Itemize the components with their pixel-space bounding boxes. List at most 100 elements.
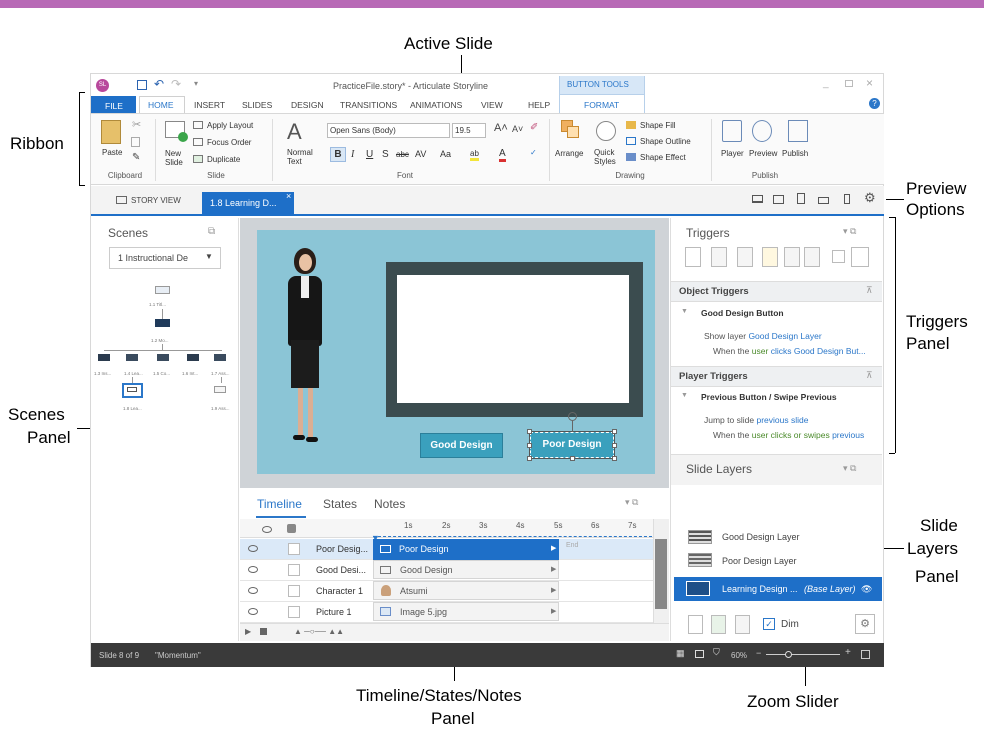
preview-button[interactable]: Preview bbox=[749, 149, 777, 158]
layer-thumbnail[interactable] bbox=[688, 553, 712, 567]
slide-layers-menu-icon[interactable]: ▾ ⧉ bbox=[843, 463, 856, 474]
resize-handle[interactable] bbox=[527, 443, 532, 448]
layer-good-design[interactable]: Good Design Layer bbox=[722, 532, 800, 542]
tab-design[interactable]: DESIGN bbox=[291, 100, 324, 110]
trigger-2-action[interactable]: Jump to slide previous slide bbox=[704, 415, 808, 425]
character-face[interactable] bbox=[299, 254, 312, 271]
apply-layout-button[interactable]: Apply Layout bbox=[207, 121, 253, 130]
slide-thumb[interactable] bbox=[98, 354, 110, 361]
expand-arrow-icon[interactable]: ▶ bbox=[551, 565, 556, 573]
copy-trigger-icon[interactable] bbox=[737, 247, 753, 267]
tab-timeline[interactable]: Timeline bbox=[257, 497, 302, 511]
player-icon[interactable] bbox=[722, 120, 742, 142]
bold-icon[interactable]: B bbox=[330, 147, 346, 162]
trigger-object-name[interactable]: Previous Button / Swipe Previous bbox=[701, 392, 837, 402]
eye-icon[interactable] bbox=[248, 608, 258, 615]
trigger-checkbox[interactable] bbox=[832, 250, 845, 263]
resize-handle[interactable] bbox=[527, 429, 532, 434]
trigger-link[interactable]: user bbox=[752, 346, 769, 356]
highlight-icon[interactable]: ab bbox=[470, 149, 479, 161]
format-painter-icon[interactable]: ✎ bbox=[132, 152, 140, 163]
paste-button-label[interactable]: Paste bbox=[102, 148, 122, 157]
stop-icon[interactable] bbox=[260, 628, 267, 635]
delete-layer-icon[interactable] bbox=[735, 615, 750, 634]
trigger-1-action[interactable]: Show layer Good Design Layer bbox=[704, 331, 822, 341]
maximize-icon[interactable] bbox=[845, 80, 853, 87]
preview-settings-gear-icon[interactable]: ⚙ bbox=[864, 190, 876, 206]
change-case-icon[interactable]: Aa bbox=[440, 149, 451, 159]
variables-icon[interactable] bbox=[851, 247, 869, 267]
timeline-bar[interactable]: Image 5.jpg bbox=[373, 602, 559, 621]
shape-outline-button[interactable]: Shape Outline bbox=[640, 137, 691, 146]
scenes-panel-popout-icon[interactable]: ⧉ bbox=[208, 226, 215, 237]
normal-view-icon[interactable] bbox=[695, 650, 704, 658]
publish-button[interactable]: Publish bbox=[782, 149, 808, 158]
clear-format-icon[interactable]: ✐ bbox=[530, 122, 538, 133]
preview-phone-landscape-icon[interactable] bbox=[818, 197, 829, 204]
tab-transitions[interactable]: TRANSITIONS bbox=[340, 100, 397, 110]
dim-checkbox[interactable]: ✓ bbox=[763, 618, 775, 630]
layer-poor-design[interactable]: Poor Design Layer bbox=[722, 556, 797, 566]
slide-thumb[interactable] bbox=[157, 354, 169, 361]
expand-arrow-icon[interactable]: ▶ bbox=[551, 544, 556, 552]
resize-handle[interactable] bbox=[527, 456, 532, 461]
new-slide-button[interactable]: New Slide bbox=[165, 149, 190, 167]
timeline-row[interactable]: Good Desi... Good Design ▶ bbox=[240, 560, 658, 581]
resize-handle[interactable] bbox=[612, 443, 617, 448]
timeline-row[interactable]: Picture 1 Image 5.jpg ▶ bbox=[240, 602, 658, 623]
slide-thumb[interactable] bbox=[155, 319, 170, 327]
resize-handle[interactable] bbox=[570, 456, 575, 461]
focus-order-button[interactable]: Focus Order bbox=[207, 138, 251, 147]
resize-handle[interactable] bbox=[612, 456, 617, 461]
layer-settings-gear-icon[interactable]: ⚙ bbox=[855, 614, 875, 634]
close-window-icon[interactable]: × bbox=[866, 76, 873, 90]
layer-thumbnail[interactable] bbox=[688, 530, 712, 544]
expand-arrow-icon[interactable]: ▶ bbox=[551, 586, 556, 594]
eye-icon[interactable] bbox=[248, 545, 258, 552]
quick-styles-button[interactable]: Quick Styles bbox=[594, 148, 622, 166]
poor-design-button[interactable]: Poor Design bbox=[529, 431, 615, 459]
trigger-link[interactable]: previous slide bbox=[756, 415, 808, 425]
zoom-out-icon[interactable]: − bbox=[756, 648, 761, 658]
copy-icon[interactable] bbox=[131, 137, 140, 147]
good-design-button[interactable]: Good Design bbox=[420, 433, 503, 458]
timeline-bar[interactable]: Poor Design bbox=[373, 539, 559, 560]
timeline-scrollbar-thumb[interactable] bbox=[655, 539, 667, 609]
shadow-icon[interactable]: S bbox=[382, 149, 389, 160]
preview-phone-portrait-icon[interactable] bbox=[844, 194, 850, 204]
tab-insert[interactable]: INSERT bbox=[194, 100, 225, 110]
trigger-link[interactable]: Good Design But... bbox=[794, 346, 866, 356]
timeline-panel-menu-icon[interactable]: ▾ ⧉ bbox=[625, 497, 638, 508]
timeline-row[interactable]: Poor Desig... Poor Design ▶ End bbox=[240, 539, 658, 560]
timeline-zoom-slider[interactable]: ▲ ─○── ▲▲ bbox=[294, 627, 344, 636]
eye-icon[interactable] bbox=[248, 587, 258, 594]
player-button[interactable]: Player bbox=[721, 149, 744, 158]
tab-view[interactable]: VIEW bbox=[481, 100, 503, 110]
eye-icon[interactable] bbox=[248, 566, 258, 573]
play-icon[interactable]: ▶ bbox=[245, 627, 251, 636]
timeline-bar[interactable]: Good Design bbox=[373, 560, 559, 579]
qat-customize-icon[interactable]: ▾ bbox=[194, 79, 198, 88]
grow-font-icon[interactable]: A˄ bbox=[494, 122, 508, 134]
zoom-in-icon[interactable]: + bbox=[845, 647, 851, 658]
help-icon[interactable]: ? bbox=[869, 98, 880, 109]
story-view-toggle-icon[interactable]: ▦ bbox=[676, 648, 685, 659]
duplicate-button[interactable]: Duplicate bbox=[207, 155, 240, 164]
eye-icon[interactable] bbox=[262, 526, 272, 533]
lock-checkbox[interactable] bbox=[288, 564, 300, 576]
font-color-icon[interactable]: A bbox=[499, 148, 506, 162]
tab-slides[interactable]: SLIDES bbox=[242, 100, 272, 110]
publish-icon[interactable] bbox=[788, 120, 808, 142]
slide-thumb[interactable] bbox=[187, 354, 199, 361]
resize-handle[interactable] bbox=[612, 429, 617, 434]
close-tab-icon[interactable]: × bbox=[286, 191, 291, 201]
zoom-slider-thumb[interactable] bbox=[785, 651, 792, 658]
paste-icon[interactable] bbox=[101, 120, 121, 144]
move-trigger-icon[interactable] bbox=[804, 247, 820, 267]
preview-tablet-landscape-icon[interactable] bbox=[773, 195, 784, 204]
arrange-button[interactable]: Arrange bbox=[555, 149, 583, 158]
edit-trigger-icon[interactable] bbox=[711, 247, 727, 267]
delete-trigger-icon[interactable] bbox=[784, 247, 800, 267]
timeline-bar[interactable]: Atsumi bbox=[373, 581, 559, 600]
trigger-1-condition[interactable]: When the user clicks Good Design But... bbox=[713, 346, 866, 356]
